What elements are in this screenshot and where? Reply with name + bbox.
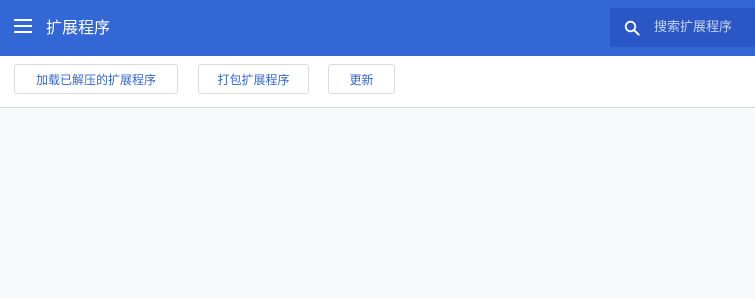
hamburger-menu-icon [14,19,32,33]
pack-extension-button[interactable]: 打包扩展程序 [198,64,309,94]
search-box[interactable] [610,8,755,47]
menu-button[interactable] [10,14,38,42]
update-button[interactable]: 更新 [328,64,395,94]
page-title: 扩展程序 [46,18,111,37]
extensions-page: 扩展程序 加载已解压的扩展程序 打包扩展程序 更新 [0,0,755,298]
search-icon[interactable] [624,20,640,36]
load-unpacked-button[interactable]: 加载已解压的扩展程序 [14,64,178,94]
developer-toolbar: 加载已解压的扩展程序 打包扩展程序 更新 [0,56,755,108]
extensions-list-area [0,108,755,298]
search-input[interactable] [654,17,752,37]
app-header: 扩展程序 [0,0,755,56]
